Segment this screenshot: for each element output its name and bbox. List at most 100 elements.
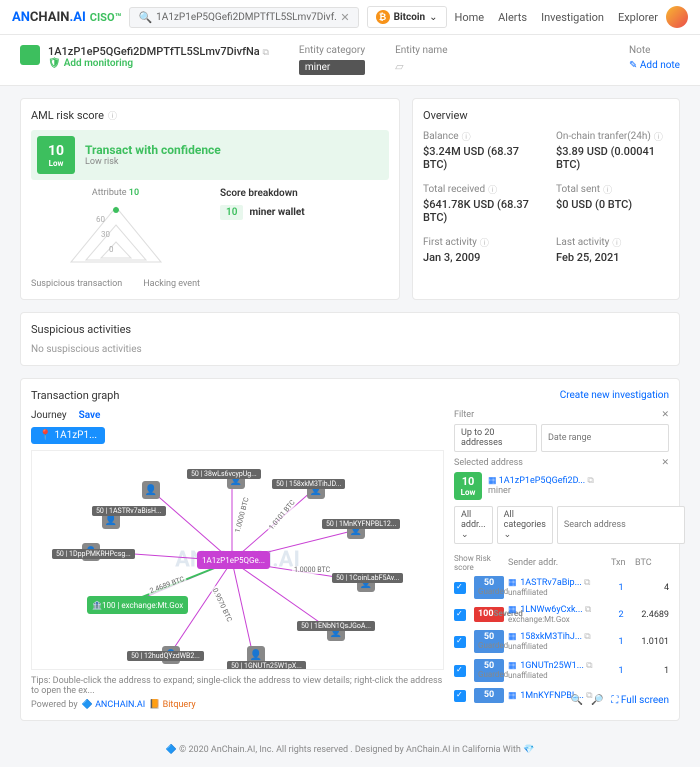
aml-card: AML risk scoreⓘ 10Low Transact with conf… xyxy=(20,98,400,300)
copy-icon[interactable]: ⧉ xyxy=(586,661,592,671)
row-risk-badge: 50 xyxy=(474,688,504,703)
row-affiliation: exchange:Mt.Gox xyxy=(508,615,607,624)
crypto-selector[interactable]: ₿ Bitcoin ⌄ xyxy=(367,6,447,28)
note-label: Note xyxy=(629,45,680,56)
risk-headline: Transact with confidence xyxy=(85,143,221,157)
row-risk-badge: 50Guarded xyxy=(474,576,504,599)
search-input-wrap[interactable]: 🔍 ✕ xyxy=(129,7,358,28)
topbar: ANCHAIN.AICISO™ 🔍 ✕ ₿ Bitcoin ⌄ Home Ale… xyxy=(0,0,700,35)
identicon: ▦ xyxy=(508,632,518,642)
col-txn[interactable]: Txn xyxy=(611,558,631,568)
all-addresses-select[interactable]: All addr... ⌄ xyxy=(454,506,493,544)
row-address-link[interactable]: ▦ 1LNWw6yCxk... ⧉ xyxy=(508,605,607,615)
row-risk-badge: 100Severed xyxy=(474,607,504,622)
info-icon[interactable]: ⓘ xyxy=(654,130,663,143)
suspicious-card: Suspicious activities No suspiscious act… xyxy=(20,312,680,366)
copy-icon[interactable]: ⧉ xyxy=(587,476,593,486)
col-risk[interactable]: Show Risk score xyxy=(454,554,504,572)
entity-category-label: Entity category xyxy=(299,45,365,56)
graph-node[interactable]: 👤 xyxy=(142,481,160,499)
filter-panel: Filter✕ Up to 20 addresses Selected addr… xyxy=(454,410,669,710)
clear-search-icon[interactable]: ✕ xyxy=(340,11,349,24)
row-affiliation: unaffiliated xyxy=(508,642,607,651)
fullscreen-button[interactable]: ⛶ Full screen xyxy=(611,695,669,706)
svg-text:60: 60 xyxy=(96,215,105,224)
nav-home[interactable]: Home xyxy=(455,11,485,24)
row-address-link[interactable]: ▦ 1ASTRv7aBip... ⧉ xyxy=(508,578,607,588)
graph-node-center[interactable]: 1A1zP1eP5QGe... xyxy=(197,551,270,569)
info-icon[interactable]: ⓘ xyxy=(488,183,497,196)
nav-links: Home Alerts Investigation Explorer xyxy=(455,11,659,24)
info-icon[interactable]: ⓘ xyxy=(480,236,489,249)
zoom-in-icon[interactable]: 🔍 xyxy=(571,695,583,706)
nav-investigation[interactable]: Investigation xyxy=(541,11,604,24)
copy-icon[interactable]: ⧉ xyxy=(584,632,590,642)
entity-name-value: ▱ xyxy=(395,60,447,73)
overview-value: $641.78K USD (68.37 BTC) xyxy=(423,198,536,224)
copy-icon[interactable]: ⧉ xyxy=(584,578,590,588)
row-txn[interactable]: 1 xyxy=(611,583,631,593)
nav-alerts[interactable]: Alerts xyxy=(498,11,527,24)
overview-value: Feb 25, 2021 xyxy=(556,251,669,264)
nav-explorer[interactable]: Explorer xyxy=(618,11,658,24)
info-icon[interactable]: ⓘ xyxy=(612,236,621,249)
svg-text:30: 30 xyxy=(101,230,110,239)
identicon: ▦ xyxy=(508,661,518,671)
row-checkbox[interactable] xyxy=(454,609,466,621)
save-button[interactable]: Save xyxy=(79,410,101,421)
row-checkbox[interactable] xyxy=(454,582,466,594)
row-checkbox[interactable] xyxy=(454,690,466,702)
chevron-down-icon: ⌄ xyxy=(429,12,437,23)
user-avatar[interactable] xyxy=(666,6,688,28)
copy-icon[interactable]: ⧉ xyxy=(585,605,591,615)
row-checkbox[interactable] xyxy=(454,636,466,648)
all-categories-select[interactable]: All categories ⌄ xyxy=(497,506,553,544)
row-risk-badge: 50Guarded xyxy=(474,659,504,682)
info-icon[interactable]: ⓘ xyxy=(603,183,612,196)
row-txn[interactable]: 1 xyxy=(611,666,631,676)
col-btc[interactable]: BTC xyxy=(635,558,669,568)
search-address-input[interactable] xyxy=(557,506,685,544)
row-btc: 2.4689 xyxy=(635,610,669,620)
add-monitoring-button[interactable]: 🛡Add monitoring xyxy=(48,58,269,69)
breakdown-title: Score breakdown xyxy=(220,188,389,199)
shield-icon: 🛡 xyxy=(48,58,61,69)
close-selected-icon[interactable]: ✕ xyxy=(661,458,669,468)
transaction-graph-canvas[interactable]: ANCHAIN.AI 1A1zP1eP5QGe.. xyxy=(31,450,444,670)
suspicious-title: Suspicious activities xyxy=(31,323,669,336)
overview-label: First activity ⓘ xyxy=(423,236,536,249)
selected-address-label: Selected address xyxy=(454,458,523,468)
date-range-input[interactable] xyxy=(541,424,669,452)
selected-address-link[interactable]: ▦ 1A1zP1eP5QGefi2D... ⧉ xyxy=(488,476,594,486)
table-row: 100Severed ▦ 1LNWw6yCxk... ⧉exchange:Mt.… xyxy=(454,605,669,624)
row-txn[interactable]: 2 xyxy=(611,610,631,620)
radar-chart: 60 30 0 xyxy=(61,202,171,272)
powered-bitquery[interactable]: 📙 Bitquery xyxy=(149,700,195,710)
journey-address-chip[interactable]: 📍 1A1zP1... xyxy=(31,427,105,444)
txgraph-card: Transaction graph Create new investigati… xyxy=(20,378,680,721)
selected-risk-badge: 10Low xyxy=(454,472,482,500)
row-txn[interactable]: 1 xyxy=(611,637,631,647)
search-input[interactable] xyxy=(156,12,336,23)
row-address-link[interactable]: ▦ 158xkM3TihJ... ⧉ xyxy=(508,632,607,642)
add-note-button[interactable]: ✎ Add note xyxy=(629,60,680,71)
max-addresses-select[interactable]: Up to 20 addresses xyxy=(454,424,537,452)
overview-label: Total sent ⓘ xyxy=(556,183,669,196)
copy-icon[interactable]: ⧉ xyxy=(262,48,268,58)
entity-category-badge: miner xyxy=(299,60,365,75)
page-footer: 🔷 © 2020 AnChain.AI, Inc. All rights res… xyxy=(0,733,700,767)
identicon: ▦ xyxy=(508,605,518,615)
powered-anchain[interactable]: 🔷 ANCHAIN.AI xyxy=(82,700,146,710)
col-sender[interactable]: Sender addr. xyxy=(508,558,607,568)
table-row: 50Guarded ▦ 1GNUTn25W1... ⧉unaffiliated … xyxy=(454,659,669,682)
info-icon[interactable]: ⓘ xyxy=(108,109,117,122)
row-address-link[interactable]: ▦ 1GNUTn25W1... ⧉ xyxy=(508,661,607,671)
row-btc: 1.0101 xyxy=(635,637,669,647)
overview-label: Balance ⓘ xyxy=(423,130,536,143)
zoom-out-icon[interactable]: 🔎 xyxy=(591,695,603,706)
info-icon[interactable]: ⓘ xyxy=(462,130,471,143)
table-row: 50Guarded ▦ 1ASTRv7aBip... ⧉unaffiliated… xyxy=(454,576,669,599)
create-investigation-link[interactable]: Create new investigation xyxy=(560,390,669,401)
graph-node-exchange[interactable]: 🏦 100 | exchange:Mt.Gox xyxy=(87,596,188,614)
close-filter-icon[interactable]: ✕ xyxy=(661,410,669,420)
